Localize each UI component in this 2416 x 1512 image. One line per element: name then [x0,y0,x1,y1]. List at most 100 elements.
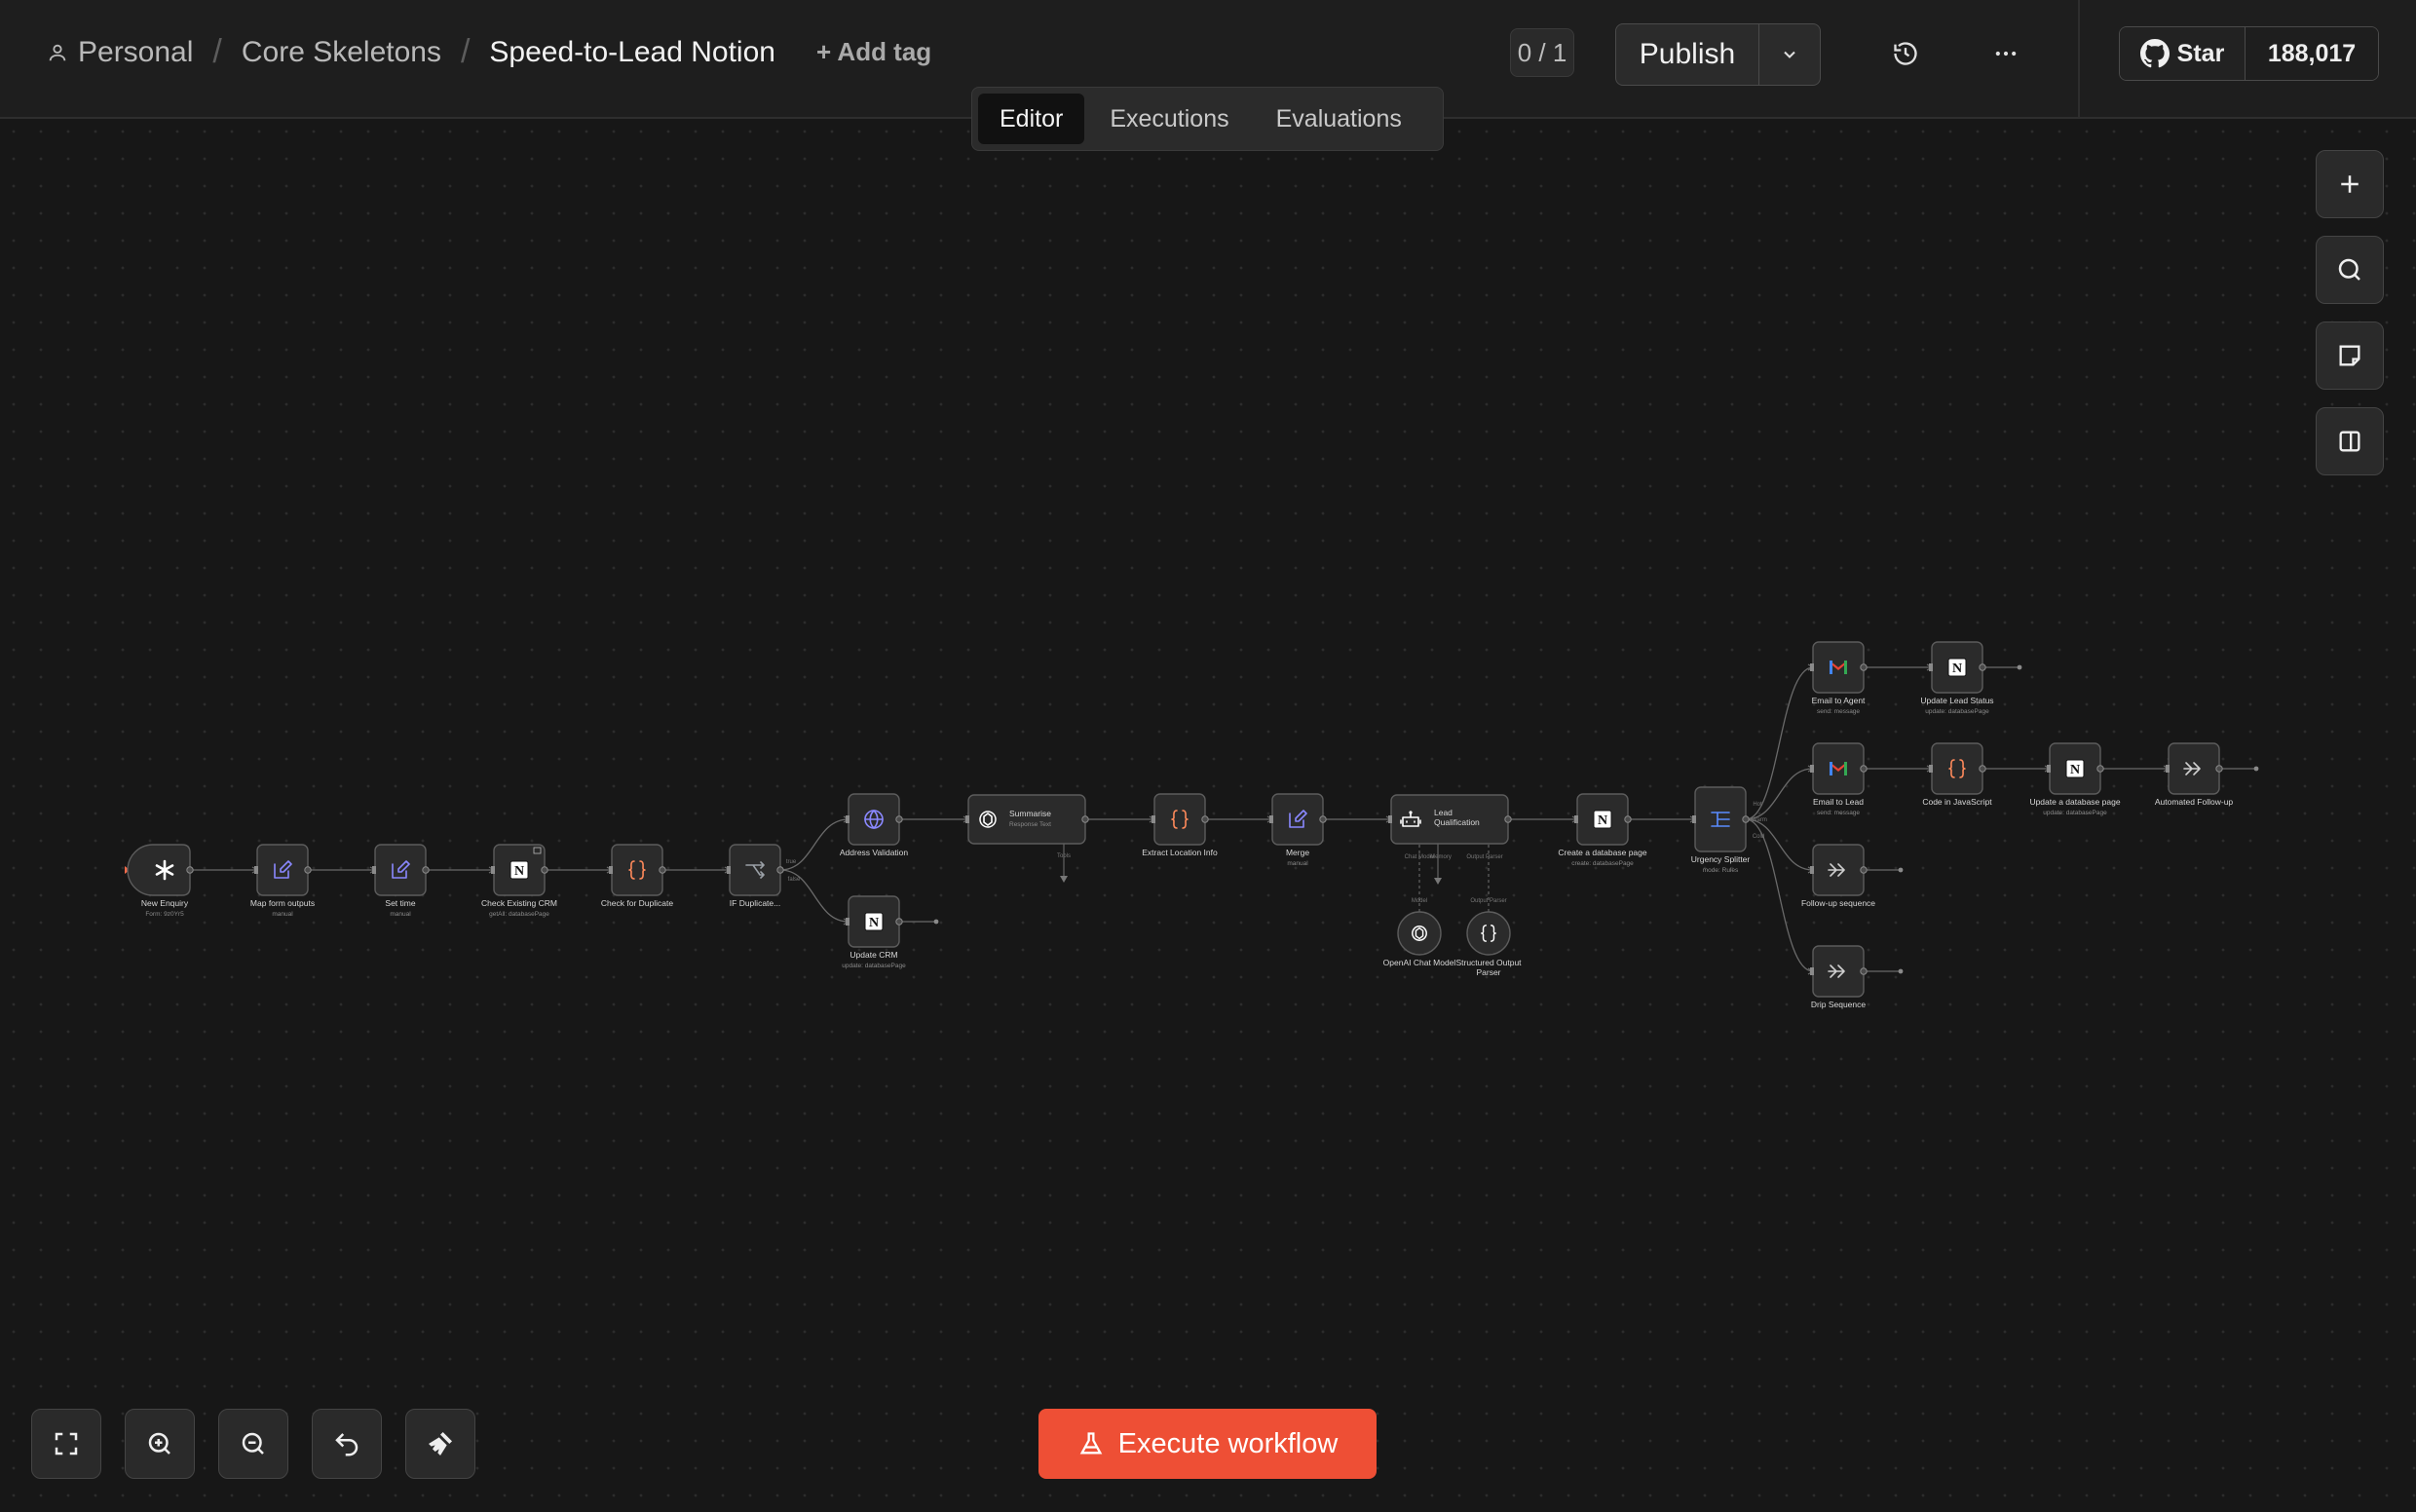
input-port[interactable] [2047,765,2051,773]
input-port[interactable] [1269,815,1273,823]
input-port[interactable] [1151,815,1155,823]
input-port[interactable] [491,866,495,874]
node-map-form[interactable]: Map form outputs manual [250,844,315,918]
add-node-handle[interactable] [1898,968,1904,974]
node-box[interactable] [611,844,663,896]
add-node-button[interactable] [2316,150,2384,218]
toggle-panel-button[interactable] [2316,407,2384,475]
input-port[interactable] [965,815,969,823]
node-follow-seq[interactable]: Follow-up sequence [1801,844,1875,908]
connection[interactable] [1745,666,1814,820]
publish-dropdown-button[interactable] [1758,24,1820,85]
node-auto-follow[interactable]: Automated Follow-up [2155,742,2234,807]
output-port[interactable] [1979,765,1986,773]
node-if-dup[interactable]: IF Duplicate... [727,844,784,908]
zoom-out-button[interactable] [218,1409,288,1479]
node-openai-model[interactable]: OpenAI Chat Model [1383,911,1456,967]
publish-button[interactable]: Publish [1616,24,1758,85]
node-box[interactable] [1153,793,1206,846]
node-update-crm[interactable]: N Update CRM update: databasePage [842,895,906,969]
node-addr[interactable]: Address Validation [840,793,909,857]
memory-port-handle[interactable] [1434,878,1442,885]
node-update-db[interactable]: N Update a database page update: databaseP… [2029,742,2121,816]
output-port[interactable] [304,866,312,874]
input-port[interactable] [846,815,849,823]
output-port[interactable] [541,866,548,874]
output-port[interactable] [1624,815,1632,823]
node-summarise[interactable]: Summarise Response Text [965,794,1089,845]
tab-evaluations[interactable]: Evaluations [1255,94,1423,144]
output-port[interactable] [659,866,666,874]
input-port[interactable] [1810,967,1814,975]
add-node-handle[interactable] [2017,664,2022,670]
node-extract[interactable]: Extract Location Info [1142,793,1218,857]
input-port[interactable] [372,866,376,874]
connection[interactable] [1745,768,1814,820]
output-port[interactable] [1081,815,1089,823]
zoom-in-button[interactable] [125,1409,195,1479]
tools-port-handle[interactable] [1060,876,1068,883]
output-port[interactable] [2096,765,2104,773]
tab-editor[interactable]: Editor [978,94,1085,144]
output-port[interactable] [895,815,903,823]
history-button[interactable] [1885,33,1926,74]
search-nodes-button[interactable] [2316,236,2384,304]
clean-up-button[interactable] [405,1409,475,1479]
node-set-time[interactable]: Set time manual [372,844,430,918]
node-email-agent[interactable]: Email to Agent send: message [1810,641,1868,715]
input-port[interactable] [1929,765,1933,773]
node-merge[interactable]: Merge manual [1269,793,1327,867]
input-port[interactable] [2166,765,2170,773]
node-check-dup[interactable]: Check for Duplicate [601,844,673,908]
node-email-lead[interactable]: Email to Lead send: message [1810,742,1868,816]
connection[interactable] [1745,818,1814,871]
output-port[interactable] [1979,663,1986,671]
fit-view-button[interactable] [31,1409,101,1479]
node-box[interactable] [374,844,427,896]
output-port[interactable] [895,918,903,926]
execute-workflow-button[interactable]: Execute workflow [1038,1409,1377,1479]
input-port[interactable] [1388,815,1392,823]
node-lead-qual[interactable]: Lead Qualification [1388,794,1512,845]
more-options-button[interactable] [1985,33,2026,74]
input-port[interactable] [1692,815,1696,823]
add-node-handle[interactable] [1898,867,1904,873]
output-port[interactable] [776,866,784,874]
input-port[interactable] [254,866,258,874]
node-box[interactable] [729,844,781,896]
input-port[interactable] [846,918,849,926]
add-sticky-note-button[interactable] [2316,321,2384,390]
output-port[interactable] [1319,815,1327,823]
output-port[interactable] [1860,866,1868,874]
workflow-canvas[interactable]: New Enquiry Form: 9z0Yr5 Map form outputs m… [0,118,2416,1512]
node-box[interactable] [1271,793,1324,846]
workflow-name[interactable]: Speed-to-Lead Notion [489,36,775,69]
node-drip[interactable]: Drip Sequence [1810,945,1868,1009]
output-port[interactable] [422,866,430,874]
node-create-db[interactable]: N Create a database page create: databaseP… [1558,793,1647,867]
node-box[interactable] [256,844,309,896]
output-port[interactable] [1504,815,1512,823]
github-star-button[interactable]: Star [2120,27,2246,80]
output-port[interactable] [1742,815,1750,823]
workflow-graph[interactable]: New Enquiry Form: 9z0Yr5 Map form outputs m… [0,118,2416,1512]
add-node-handle[interactable] [2253,766,2259,772]
output-port[interactable] [186,866,194,874]
undo-button[interactable] [312,1409,382,1479]
node-urgency[interactable]: Urgency Splitter mode: Rules [1691,786,1751,874]
node-box[interactable] [967,794,1086,845]
output-port[interactable] [2215,765,2223,773]
github-star-widget[interactable]: Star 188,017 [2119,26,2379,81]
input-port[interactable] [1929,663,1933,671]
node-code-js[interactable]: Code in JavaScript [1922,742,1992,807]
input-port[interactable] [1574,815,1578,823]
input-port[interactable] [609,866,613,874]
node-parser[interactable]: Structured Output Parser [1455,911,1522,977]
node-box[interactable] [127,844,191,896]
node-update-status[interactable]: N Update Lead Status update: databasePage [1920,641,1994,715]
input-port[interactable] [1810,866,1814,874]
node-box[interactable] [1397,911,1442,956]
node-check-crm[interactable]: N Check Existing CRM getAll: databasePage [481,844,557,918]
connection[interactable] [1745,818,1814,972]
output-port[interactable] [1201,815,1209,823]
